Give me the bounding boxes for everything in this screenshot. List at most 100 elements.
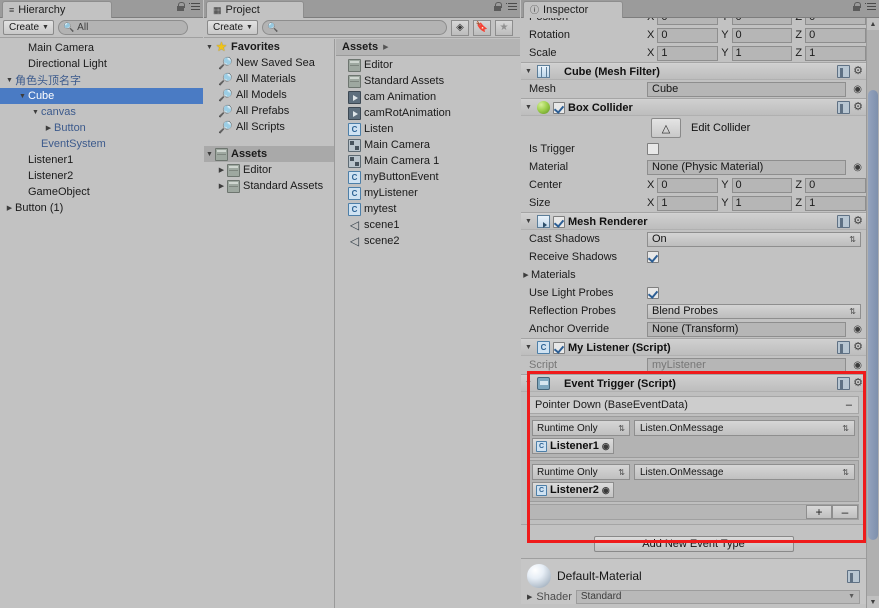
gear-icon[interactable]: ⚙ xyxy=(853,66,863,77)
hierarchy-item-listener1[interactable]: ▶Listener1 xyxy=(0,152,203,168)
help-icon[interactable] xyxy=(837,101,851,114)
event-entry-mode-dropdown[interactable]: Runtime Only ⇅ xyxy=(532,420,630,436)
center-row[interactable]: Center X 0 Y 0 Z 0 xyxy=(521,176,866,194)
project-favorites-tree[interactable]: ▼ ★ Favorites 🔍 New Saved Sea 🔍 All Materia… xyxy=(204,39,335,608)
physic-material-row[interactable]: Material None (Physic Material) ◉ xyxy=(521,158,866,176)
remove-event-button[interactable]: – xyxy=(846,399,852,411)
add-entry-button[interactable]: + xyxy=(806,505,832,519)
tab-project[interactable]: ▦ Project xyxy=(206,1,304,18)
box-collider-header[interactable]: ▼ Box Collider ⚙ xyxy=(521,99,866,116)
edit-collider-icon[interactable]: △ xyxy=(651,118,681,138)
position-y-input[interactable]: 0 xyxy=(731,18,793,25)
asset-item[interactable]: Editor xyxy=(336,57,520,73)
size-x-input[interactable]: 1 xyxy=(657,195,719,211)
filter-by-label-icon[interactable]: 🔖 xyxy=(472,19,491,36)
favorites-list[interactable]: 🔍 New Saved Sea 🔍 All Materials 🔍 All Models 🔍… xyxy=(204,55,334,135)
mesh-row[interactable]: Mesh Cube ◉ xyxy=(521,80,866,98)
chevron-down-icon[interactable]: ▼ xyxy=(525,218,534,225)
favorite-item[interactable]: 🔍 New Saved Sea xyxy=(204,55,334,71)
assets-tree-header[interactable]: ▼ Assets xyxy=(204,146,334,162)
size-row[interactable]: Size X 1 Y 1 Z 1 xyxy=(521,194,866,212)
assets-tree-item[interactable]: ▶ Editor xyxy=(204,162,334,178)
favorite-item[interactable]: 🔍 All Prefabs xyxy=(204,103,334,119)
hierarchy-item-[interactable]: ▼ 角色头顶名字 xyxy=(0,72,203,88)
inspector-scrollbar-thumb[interactable] xyxy=(868,90,878,540)
hierarchy-item-button[interactable]: ▶ Button xyxy=(0,120,203,136)
anchor-override-row[interactable]: Anchor Override None (Transform) ◉ xyxy=(521,320,866,338)
project-create-button[interactable]: Create ▼ xyxy=(207,20,258,35)
gear-icon[interactable]: ⚙ xyxy=(853,102,863,113)
chevron-right-icon[interactable]: ▶ xyxy=(521,271,531,279)
panel-menu-icon[interactable] xyxy=(506,2,517,11)
favorites-header[interactable]: ▼ ★ Favorites xyxy=(204,39,334,55)
center-z-input[interactable]: 0 xyxy=(805,177,866,193)
assets-subtree[interactable]: ▶ Editor ▶ Standard Assets xyxy=(204,162,334,194)
assets-tree-item[interactable]: ▶ Standard Assets xyxy=(204,178,334,194)
box-collider-enabled-checkbox[interactable] xyxy=(553,101,565,114)
hierarchy-create-button[interactable]: Create ▼ xyxy=(3,20,54,35)
cast-shadows-dropdown[interactable]: On ⇅ xyxy=(647,231,861,247)
event-trigger-header[interactable]: ▼ Event Trigger (Script) ⚙ xyxy=(521,375,866,392)
asset-item[interactable]: ◁ scene2 xyxy=(336,233,520,249)
reflection-probes-dropdown[interactable]: Blend Probes ⇅ xyxy=(647,303,861,319)
center-y-input[interactable]: 0 xyxy=(731,177,793,193)
inspector-scrollbar[interactable]: ▲ ▼ xyxy=(866,18,879,608)
event-entry-function-dropdown[interactable]: Listen.OnMessage ⇅ xyxy=(634,464,855,480)
favorite-item[interactable]: 🔍 All Models xyxy=(204,87,334,103)
script-row[interactable]: Script myListener ◉ xyxy=(521,356,866,374)
gear-icon[interactable]: ⚙ xyxy=(853,378,863,389)
materials-row[interactable]: ▶ Materials xyxy=(521,266,866,284)
tab-inspector[interactable]: ⓘ Inspector xyxy=(523,1,623,18)
asset-item[interactable]: ◁ scene1 xyxy=(336,217,520,233)
center-x-input[interactable]: 0 xyxy=(657,177,719,193)
gear-icon[interactable]: ⚙ xyxy=(853,216,863,227)
mesh-value-field[interactable]: Cube xyxy=(647,81,847,97)
scale-x-input[interactable]: 1 xyxy=(657,45,719,61)
chevron-down-icon[interactable]: ▼ xyxy=(525,380,534,387)
anchor-override-field[interactable]: None (Transform) xyxy=(647,321,847,337)
add-new-event-type-button[interactable]: Add New Event Type xyxy=(593,536,794,552)
breadcrumb[interactable]: Assets ▶ xyxy=(336,39,520,56)
project-search-input[interactable]: 🔍 xyxy=(261,20,447,35)
asset-item[interactable]: C Listen xyxy=(336,121,520,137)
size-y-input[interactable]: 1 xyxy=(731,195,793,211)
hierarchy-item-eventsystem[interactable]: ▶EventSystem xyxy=(0,136,203,152)
material-preview-row[interactable]: Default-Material xyxy=(521,563,866,589)
center-fields[interactable]: X 0 Y 0 Z 0 xyxy=(647,177,866,193)
chevron-down-icon[interactable]: ▼ xyxy=(30,109,41,116)
rotation-x-input[interactable]: 0 xyxy=(657,27,719,43)
chevron-down-icon[interactable]: ▼ xyxy=(525,68,534,75)
favorite-star-icon[interactable]: ★ xyxy=(494,19,513,36)
hierarchy-tree[interactable]: ▶Main Camera▶Directional Light▼角色头顶名字▼Cu… xyxy=(0,38,203,216)
lock-icon[interactable] xyxy=(177,2,185,11)
position-fields[interactable]: X 0 Y 0 Z 0 xyxy=(647,18,866,25)
asset-item[interactable]: Standard Assets xyxy=(336,73,520,89)
event-type-header[interactable]: Pointer Down (BaseEventData) – xyxy=(528,396,859,414)
filter-by-type-icon[interactable]: ◈ xyxy=(450,19,469,36)
mesh-renderer-header[interactable]: ▼ Mesh Renderer ⚙ xyxy=(521,213,866,230)
asset-item[interactable]: CmyListener xyxy=(336,185,520,201)
size-fields[interactable]: X 1 Y 1 Z 1 xyxy=(647,195,866,211)
favorite-item[interactable]: 🔍 All Scripts xyxy=(204,119,334,135)
rotation-y-input[interactable]: 0 xyxy=(731,27,793,43)
my-listener-enabled-checkbox[interactable] xyxy=(553,341,565,354)
help-icon[interactable] xyxy=(837,215,851,228)
hierarchy-item-canvas[interactable]: ▼ canvas xyxy=(0,104,203,120)
hierarchy-item-main-camera[interactable]: ▶Main Camera xyxy=(0,40,203,56)
asset-item[interactable]: CmyButtonEvent xyxy=(336,169,520,185)
object-picker-icon[interactable]: ◉ xyxy=(853,324,862,335)
transform-scale-row[interactable]: Scale X 1 Y 1 Z 1 xyxy=(521,44,866,62)
physic-material-field[interactable]: None (Physic Material) xyxy=(647,159,847,175)
chevron-right-icon[interactable]: ▶ xyxy=(527,593,532,601)
object-picker-icon[interactable]: ◉ xyxy=(853,162,862,173)
chevron-right-icon[interactable]: ▶ xyxy=(4,204,15,212)
event-entry-mode-dropdown[interactable]: Runtime Only ⇅ xyxy=(532,464,630,480)
chevron-down-icon[interactable]: ▼ xyxy=(525,344,534,351)
event-entry-function-dropdown[interactable]: Listen.OnMessage ⇅ xyxy=(634,420,855,436)
object-picker-icon[interactable]: ◉ xyxy=(602,441,610,452)
hierarchy-item-cube[interactable]: ▼ Cube xyxy=(0,88,203,104)
scroll-down-icon[interactable]: ▼ xyxy=(867,596,879,608)
asset-item[interactable]: camRotAnimation xyxy=(336,105,520,121)
event-entry-object-field[interactable]: C Listener2 ◉ xyxy=(532,482,614,498)
lock-icon[interactable] xyxy=(494,2,502,11)
